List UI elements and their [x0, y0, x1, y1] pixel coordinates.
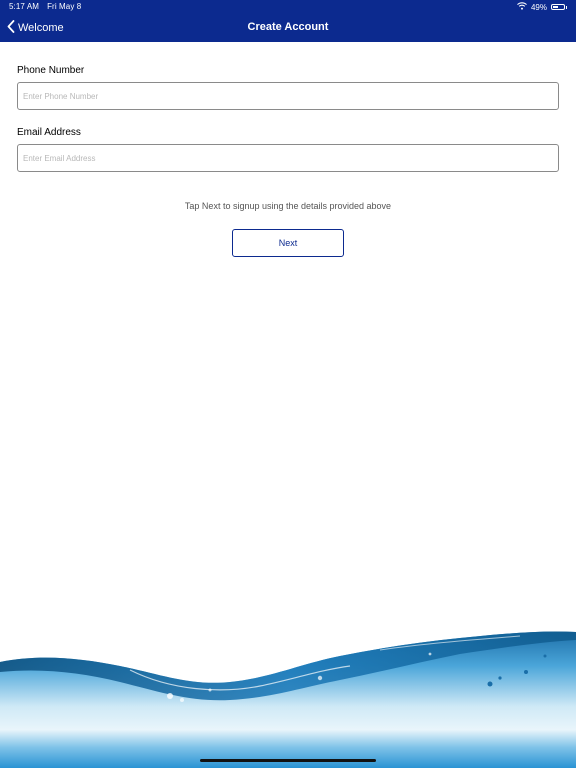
page-title: Create Account — [247, 21, 329, 33]
home-indicator — [200, 759, 376, 762]
status-date: Fri May 8 — [47, 2, 82, 11]
email-address-label: Email Address — [17, 127, 81, 138]
next-button[interactable]: Next — [232, 229, 344, 257]
phone-number-input[interactable] — [17, 82, 559, 110]
navigation-bar: 5:17 AM Fri May 8 49% Welcome Create Acc… — [0, 0, 576, 42]
status-bar-right: 49% — [517, 2, 567, 12]
email-address-input[interactable] — [17, 144, 559, 172]
water-wave-image — [0, 631, 576, 768]
battery-icon — [551, 4, 565, 10]
battery-level — [553, 6, 558, 8]
battery-tip — [566, 5, 567, 9]
status-time: 5:17 AM — [9, 2, 40, 11]
signup-hint-text: Tap Next to signup using the details pro… — [184, 201, 392, 211]
battery-percentage: 49% — [530, 2, 547, 12]
wifi-icon — [517, 2, 527, 12]
phone-number-label: Phone Number — [17, 65, 85, 76]
status-bar-left: 5:17 AM Fri May 8 — [9, 2, 81, 11]
create-account-screen: 5:17 AM Fri May 8 49% Welcome Create Acc… — [0, 0, 576, 768]
